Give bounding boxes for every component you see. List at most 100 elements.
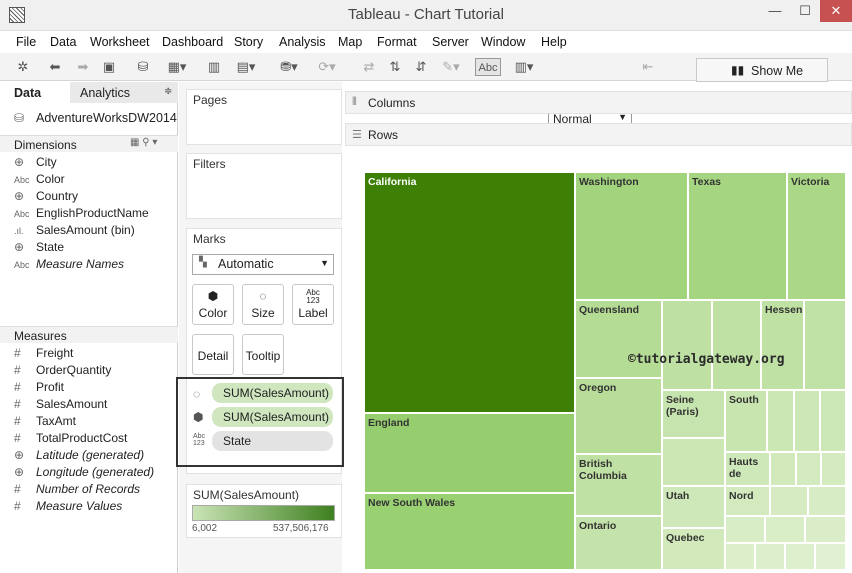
swap-icon[interactable]: ⇄ [360, 58, 378, 76]
treemap-tile-unlabeled-m[interactable] [725, 516, 765, 543]
measure-totalproductcost[interactable]: # TotalProductCost [14, 431, 127, 445]
highlight-icon[interactable]: ✎▾ [438, 58, 464, 76]
treemap-tile-british-columbia[interactable]: British Columbia [575, 454, 662, 516]
dimension-measure-names[interactable]: Abc Measure Names [14, 257, 124, 271]
mark-type-select[interactable]: ▚ Automatic ▼ [192, 254, 334, 275]
menu-map[interactable]: Map [338, 35, 362, 49]
sort-descending-icon[interactable]: ⇵ [412, 58, 430, 76]
treemap-tile-unlabeled-q[interactable] [755, 543, 785, 570]
refresh-icon[interactable]: ⟳▾ [314, 58, 340, 76]
treemap-tile-unlabeled-o[interactable] [805, 516, 846, 543]
fix-axes-icon[interactable]: ▥▾ [509, 58, 539, 76]
treemap-tile-california[interactable]: California [364, 172, 575, 413]
treemap-tile-unlabeled-r[interactable] [785, 543, 815, 570]
measure-latitude[interactable]: ⊕ Latitude (generated) [14, 448, 144, 462]
presentation-mode-icon[interactable]: ⇤ [640, 58, 656, 76]
treemap-tile-hessen[interactable]: Hessen [761, 300, 804, 390]
pause-updates-icon[interactable]: ⛃▾ [276, 58, 302, 76]
treemap-tile-unlabeled-h[interactable] [770, 452, 796, 486]
menu-file[interactable]: File [16, 35, 36, 49]
menu-server[interactable]: Server [432, 35, 469, 49]
treemap-tile-unlabeled-a[interactable] [662, 300, 712, 390]
treemap-tile-unlabeled-j[interactable] [821, 452, 846, 486]
treemap-tile-quebec[interactable]: Quebec [662, 528, 725, 570]
treemap-tile-unlabeled-b[interactable] [712, 300, 761, 390]
pane-options-icon[interactable]: ≑ [164, 86, 172, 97]
treemap-tile-england[interactable]: England [364, 413, 575, 493]
treemap-tile-unlabeled-k[interactable] [770, 486, 808, 516]
tableau-logo-icon[interactable]: ✲ [14, 58, 32, 76]
label-button[interactable]: Abc 123 Label [292, 284, 334, 325]
measure-salesamount[interactable]: # SalesAmount [14, 397, 107, 411]
treemap-tile-new-south-wales[interactable]: New South Wales [364, 493, 575, 570]
dimension-country[interactable]: ⊕ Country [14, 189, 78, 203]
columns-shelf[interactable]: ⦀ Columns [345, 91, 852, 114]
measure-orderquantity[interactable]: # OrderQuantity [14, 363, 111, 377]
menu-dashboard[interactable]: Dashboard [162, 35, 223, 49]
menu-analysis[interactable]: Analysis [279, 35, 326, 49]
hash-icon: # [14, 482, 21, 496]
treemap-tile-texas[interactable]: Texas [688, 172, 787, 300]
treemap-tile-unlabeled-g[interactable] [662, 438, 725, 486]
clear-sheet-icon[interactable]: ▤▾ [232, 58, 260, 76]
treemap-tile-hauts-de[interactable]: Hauts de [725, 452, 770, 486]
measure-taxamt[interactable]: # TaxAmt [14, 414, 76, 428]
maximize-button[interactable]: ☐ [790, 0, 820, 22]
treemap-tile-unlabeled-s[interactable] [815, 543, 846, 570]
close-button[interactable]: ✕ [820, 0, 852, 22]
detail-button[interactable]: Detail [192, 334, 234, 375]
treemap-tile-unlabeled-c[interactable] [804, 300, 846, 390]
view-options-icon[interactable]: ▦ ⚲ ▾ [130, 137, 157, 148]
dimension-state[interactable]: ⊕ State [14, 240, 64, 254]
menu-help[interactable]: Help [541, 35, 567, 49]
size-button[interactable]: ◌ Size [242, 284, 284, 325]
dimension-color[interactable]: Abc Color [14, 172, 65, 186]
show-mark-labels-button[interactable]: Abc [475, 58, 501, 76]
treemap-tile-nord[interactable]: Nord [725, 486, 770, 516]
color-button[interactable]: ⬢ Color [192, 284, 234, 325]
tab-analytics[interactable]: Analytics [80, 86, 130, 100]
duplicate-sheet-icon[interactable]: ▥ [203, 58, 225, 76]
menu-window[interactable]: Window [481, 35, 525, 49]
treemap-tile-unlabeled-p[interactable] [725, 543, 755, 570]
minimize-button[interactable]: — [760, 0, 790, 22]
redo-icon[interactable]: ➡ [74, 58, 92, 76]
menu-format[interactable]: Format [377, 35, 417, 49]
treemap-tile-ontario[interactable]: Ontario [575, 516, 662, 570]
measure-profit[interactable]: # Profit [14, 380, 64, 394]
undo-icon[interactable]: ⬅ [46, 58, 64, 76]
treemap-tile-unlabeled-n[interactable] [765, 516, 805, 543]
treemap-tile-seine-paris[interactable]: Seine (Paris) [662, 390, 725, 438]
filters-card[interactable]: Filters [186, 153, 342, 219]
measure-freight[interactable]: # Freight [14, 346, 73, 360]
treemap-tile-unlabeled-l[interactable] [808, 486, 846, 516]
show-me-button[interactable]: ▮▮ Show Me [696, 58, 828, 82]
treemap-tile-unlabeled-d[interactable] [767, 390, 794, 452]
dimension-city[interactable]: ⊕ City [14, 155, 57, 169]
treemap-tile-utah[interactable]: Utah [662, 486, 725, 528]
dimension-salesamount-bin[interactable]: .ıl. SalesAmount (bin) [14, 223, 135, 237]
treemap-tile-unlabeled-e[interactable] [794, 390, 820, 452]
pages-card[interactable]: Pages [186, 89, 342, 145]
new-datasource-icon[interactable]: ⛁ [134, 58, 152, 76]
measure-number-of-records[interactable]: # Number of Records [14, 482, 140, 496]
dimension-englishproductname[interactable]: Abc EnglishProductName [14, 206, 149, 220]
treemap-tile-victoria[interactable]: Victoria [787, 172, 846, 300]
treemap-tile-oregon[interactable]: Oregon [575, 378, 662, 454]
treemap-tile-south[interactable]: South [725, 390, 767, 452]
datasource-item[interactable]: ⛁ AdventureWorksDW2014 [14, 111, 177, 125]
measure-longitude[interactable]: ⊕ Longitude (generated) [14, 465, 154, 479]
sort-ascending-icon[interactable]: ⇅ [386, 58, 404, 76]
new-worksheet-icon[interactable]: ▦▾ [164, 58, 190, 76]
treemap-tile-washington[interactable]: Washington [575, 172, 688, 300]
measure-measure-values[interactable]: # Measure Values [14, 499, 122, 513]
save-icon[interactable]: ▣ [100, 58, 118, 76]
treemap-tile-unlabeled-f[interactable] [820, 390, 846, 452]
menu-story[interactable]: Story [234, 35, 263, 49]
tooltip-button[interactable]: Tooltip [242, 334, 284, 375]
treemap-tile-unlabeled-i[interactable] [796, 452, 821, 486]
rows-shelf[interactable]: ☰ Rows [345, 123, 852, 146]
tab-data[interactable]: Data [14, 86, 41, 100]
menu-data[interactable]: Data [50, 35, 76, 49]
menu-worksheet[interactable]: Worksheet [90, 35, 150, 49]
